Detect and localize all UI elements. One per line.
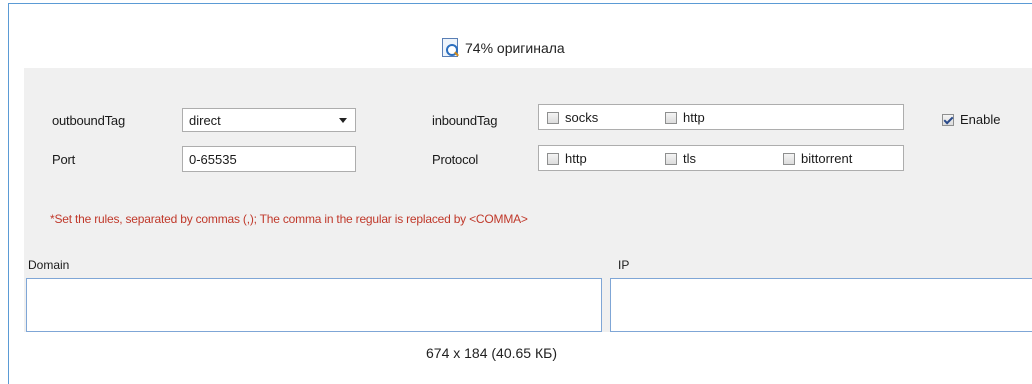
protocol-label: Protocol [432,152,479,167]
ip-label: IP [618,258,630,272]
inbound-tag-checkbox-group: socks http [538,104,904,130]
dropdown-arrow-icon [339,118,347,123]
rules-hint-text: *Set the rules, separated by commas (,);… [50,212,528,226]
checkbox-icon [783,152,795,165]
inbound-tag-socks-checkbox[interactable]: socks [547,110,598,125]
image-size-caption: 674 x 184 (40.65 КБ) [426,345,557,361]
port-input[interactable]: 0-65535 [182,146,356,172]
protocol-http-checkbox[interactable]: http [547,151,587,166]
outbound-tag-label: outboundTag [52,113,125,128]
zoom-caption: 74% оригинала [441,37,565,59]
enable-checkbox[interactable]: Enable [942,112,1000,127]
zoom-caption-text: 74% оригинала [465,40,565,56]
checkbox-checked-icon [942,113,954,126]
protocol-checkbox-group: http tls bittorrent [538,145,904,171]
zoom-magnifier-icon[interactable] [441,38,459,58]
checkbox-icon [665,152,677,165]
protocol-tls-checkbox[interactable]: tls [665,151,696,166]
outbound-tag-value: direct [189,113,221,128]
checkbox-icon [665,111,677,124]
checkbox-icon [547,152,559,165]
port-label: Port [52,152,76,167]
checkbox-icon [547,111,559,124]
domain-textarea[interactable] [26,278,602,332]
domain-label: Domain [28,258,70,272]
ip-textarea[interactable] [610,278,1032,332]
inbound-tag-label: inboundTag [432,113,498,128]
port-value: 0-65535 [189,152,237,167]
outbound-tag-select[interactable]: direct [182,108,356,132]
inbound-tag-http-checkbox[interactable]: http [665,110,705,125]
protocol-bittorrent-checkbox[interactable]: bittorrent [783,151,852,166]
